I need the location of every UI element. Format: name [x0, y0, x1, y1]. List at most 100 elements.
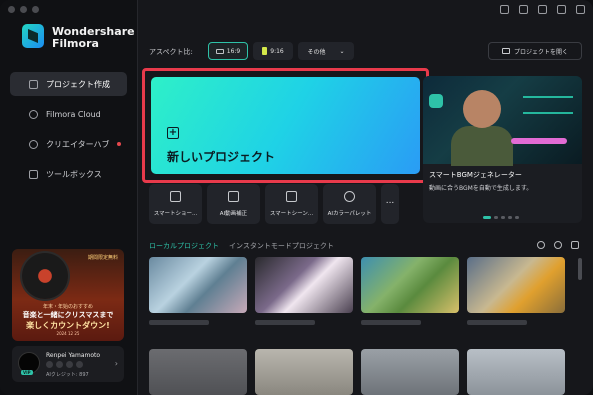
- headset-icon[interactable]: [576, 5, 585, 14]
- project-thumbnail[interactable]: [467, 257, 565, 313]
- new-project-label: 新しいプロジェクト: [167, 150, 276, 164]
- brand-line2: Filmora: [52, 37, 99, 50]
- chevron-right-icon[interactable]: ›: [115, 359, 118, 368]
- sidebar-item-create-project[interactable]: プロジェクト作成: [10, 72, 127, 96]
- sidebar-item-label: クリエイターハブ: [46, 139, 110, 149]
- more-icon: ...: [385, 196, 395, 206]
- cloud-upload-icon[interactable]: [538, 5, 547, 14]
- tool-label: スマートショー...: [153, 211, 198, 217]
- smart-scene-icon: [286, 191, 297, 202]
- carousel-description: 動画に合うBGMを自動で生成します。: [429, 185, 533, 192]
- settings-icon[interactable]: [557, 5, 566, 14]
- more-tools-button[interactable]: ...: [381, 184, 399, 224]
- carousel-dots: [483, 216, 519, 219]
- notification-dot: [117, 142, 121, 146]
- other-ratio-dropdown[interactable]: その他 ⌄: [298, 42, 354, 60]
- tool-label: スマートシーン...: [269, 211, 314, 217]
- sidebar-item-label: プロジェクト作成: [46, 79, 110, 89]
- sidebar-item-label: ツールボックス: [46, 169, 102, 179]
- carousel-dot[interactable]: [483, 216, 491, 219]
- list-view-icon[interactable]: [571, 241, 579, 249]
- close-window-button[interactable]: [8, 6, 15, 13]
- carousel-image: [423, 76, 582, 166]
- music-icon: [429, 94, 443, 108]
- user-card[interactable]: VIP Renpei Yamamoto AIクレジット: 897 ›: [12, 346, 124, 382]
- news-icon[interactable]: [519, 5, 528, 14]
- filmora-logo-icon: [22, 24, 44, 48]
- carousel-dot[interactable]: [515, 216, 519, 219]
- smart-short-icon: [170, 191, 181, 202]
- tool-ai-color-palette[interactable]: AIカラーパレット: [323, 184, 376, 224]
- color-palette-icon: [344, 191, 355, 202]
- search-icon[interactable]: [537, 241, 545, 249]
- project-thumbnail[interactable]: [255, 349, 353, 395]
- sidebar-item-creator-hub[interactable]: クリエイターハブ: [10, 132, 127, 156]
- project-thumbnail[interactable]: [149, 257, 247, 313]
- video-enhance-icon: [228, 191, 239, 202]
- project-thumbnail[interactable]: [467, 349, 565, 395]
- zoom-window-button[interactable]: [32, 6, 39, 13]
- project-thumbnail[interactable]: [361, 349, 459, 395]
- project-thumbnail[interactable]: [149, 349, 247, 395]
- vinyl-disc-image: [22, 253, 68, 299]
- window-controls: [8, 6, 39, 13]
- service-icon: [76, 361, 83, 368]
- tool-smart-scene[interactable]: スマートシーン...: [265, 184, 318, 224]
- carousel-title: スマートBGMジェネレーター: [429, 171, 522, 179]
- carousel-dot[interactable]: [501, 216, 505, 219]
- person-head-shape: [463, 90, 501, 128]
- list-controls: [537, 241, 579, 249]
- promo-line1: 年末・年始のおすすめ: [42, 304, 93, 310]
- ratio-16-9-button[interactable]: 16:9: [208, 42, 248, 60]
- sidebar-item-toolbox[interactable]: ツールボックス: [10, 162, 127, 186]
- service-icon: [46, 361, 53, 368]
- folder-icon: [501, 48, 510, 54]
- new-project-button[interactable]: + 新しいプロジェクト: [151, 77, 420, 174]
- new-project-highlight: + 新しいプロジェクト: [142, 68, 429, 183]
- carousel-dot[interactable]: [508, 216, 512, 219]
- cloud-icon: [29, 109, 38, 119]
- toolbox-icon: [29, 169, 38, 179]
- send-icon[interactable]: [500, 5, 509, 14]
- project-caption: [361, 320, 421, 325]
- landscape-icon: [215, 48, 224, 54]
- quick-tools: スマートショー... AI動画補正 スマートシーン... AIカラーパレット .…: [149, 184, 399, 224]
- portrait-icon: [262, 47, 268, 55]
- refresh-icon[interactable]: [554, 241, 562, 249]
- dropdown-label: その他: [307, 48, 326, 56]
- project-thumbnail[interactable]: [255, 257, 353, 313]
- tool-label: AIカラーパレット: [327, 211, 372, 217]
- promo-banner[interactable]: 期間限定無料 年末・年始のおすすめ 音楽と一緒にクリスマスまで 楽しくカウントダ…: [12, 249, 124, 341]
- user-name: Renpei Yamamoto: [46, 352, 101, 359]
- tool-ai-video-enhance[interactable]: AI動画補正: [207, 184, 260, 224]
- lightbulb-icon: [29, 139, 38, 149]
- waveform-shape: [523, 96, 573, 114]
- tool-label: AI動画補正: [219, 211, 248, 217]
- ratio-label: 9:16: [270, 47, 284, 55]
- feature-carousel[interactable]: スマートBGMジェネレーター 動画に合うBGMを自動で生成します。: [423, 76, 582, 223]
- open-project-button[interactable]: プロジェクトを開く: [488, 42, 582, 60]
- project-tabs: ローカルプロジェクト インスタントモードプロジェクト: [149, 241, 334, 251]
- carousel-dot[interactable]: [494, 216, 498, 219]
- promo-line3: 楽しくカウントダウン!: [26, 321, 110, 330]
- timeline-bar-shape: [511, 138, 567, 144]
- project-caption: [467, 320, 527, 325]
- project-caption: [255, 320, 315, 325]
- aspect-ratio-label: アスペクト比:: [149, 48, 193, 56]
- person-body-shape: [451, 126, 513, 166]
- tab-instant-mode-projects[interactable]: インスタントモードプロジェクト: [229, 241, 334, 251]
- project-thumbnail[interactable]: [361, 257, 459, 313]
- user-service-icons: [46, 361, 83, 368]
- tab-local-projects[interactable]: ローカルプロジェクト: [149, 241, 219, 251]
- promo-line2: 音楽と一緒にクリスマスまで: [22, 311, 114, 319]
- sidebar-item-filmora-cloud[interactable]: Filmora Cloud: [10, 102, 127, 126]
- ratio-9-16-button[interactable]: 9:16: [253, 42, 293, 60]
- tool-smart-short[interactable]: スマートショー...: [149, 184, 202, 224]
- app-window: Wondershare Filmora プロジェクト作成 Filmora Clo…: [0, 0, 593, 395]
- sidebar: Wondershare Filmora プロジェクト作成 Filmora Clo…: [0, 0, 138, 395]
- sidebar-nav: プロジェクト作成 Filmora Cloud クリエイターハブ ツールボックス: [10, 72, 127, 192]
- scrollbar[interactable]: [578, 258, 582, 280]
- minimize-window-button[interactable]: [20, 6, 27, 13]
- ratio-label: 16:9: [226, 47, 241, 55]
- project-caption: [149, 320, 209, 325]
